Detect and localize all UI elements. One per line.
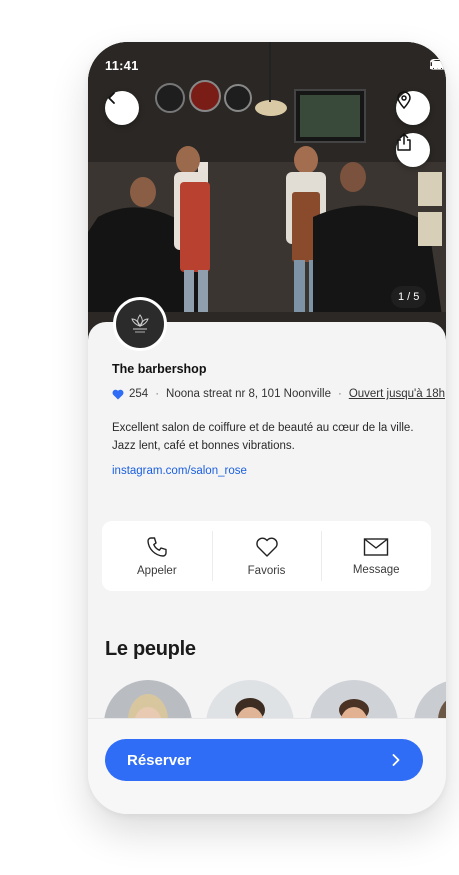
staff-avatar[interactable] xyxy=(414,680,446,720)
meta-separator: · xyxy=(337,388,342,400)
share-icon xyxy=(397,133,411,151)
likes-count: 254 xyxy=(129,388,149,400)
call-label: Appeler xyxy=(137,564,177,577)
status-bar: 11:41 xyxy=(88,42,446,88)
back-button[interactable] xyxy=(105,91,139,125)
staff-photo xyxy=(104,680,192,720)
phone-icon xyxy=(147,536,167,557)
phone-frame: 11:41 1 / 5 The barbershop 254 · Noona s… xyxy=(88,42,446,814)
business-address: Noona streat nr 8, 101 Noonville xyxy=(166,388,331,400)
message-label: Message xyxy=(352,563,400,576)
staff-avatar[interactable] xyxy=(206,680,294,720)
staff-avatar[interactable] xyxy=(104,680,192,720)
favorite-label: Favoris xyxy=(247,564,286,577)
location-button[interactable] xyxy=(396,91,430,125)
status-time: 11:41 xyxy=(105,58,139,73)
business-logo xyxy=(113,297,167,351)
business-name: The barbershop xyxy=(112,362,207,376)
mail-icon xyxy=(363,537,389,556)
photo-counter: 1 / 5 xyxy=(391,286,427,308)
heart-outline-icon xyxy=(255,537,278,557)
map-pin-icon xyxy=(397,91,411,109)
staff-photo xyxy=(414,680,446,720)
heart-filled-icon xyxy=(112,389,124,399)
favorite-button[interactable]: Favoris xyxy=(211,521,322,591)
lotus-logo-icon xyxy=(131,314,149,333)
people-section-title: Le peuple xyxy=(105,638,196,660)
call-button[interactable]: Appeler xyxy=(102,521,212,591)
business-meta: 254 · Noona streat nr 8, 101 Noonville ·… xyxy=(112,388,445,400)
bottom-bar: Réserver xyxy=(88,718,446,814)
business-description: Excellent salon de coiffure et de beauté… xyxy=(112,422,414,452)
instagram-link[interactable]: instagram.com/salon_rose xyxy=(112,465,247,477)
message-button[interactable]: Message xyxy=(321,521,431,591)
meta-separator: · xyxy=(155,388,160,400)
staff-photo xyxy=(310,680,398,720)
action-bar: Appeler Favoris Message xyxy=(102,521,431,591)
people-carousel xyxy=(88,680,446,720)
opening-hours-link[interactable]: Ouvert jusqu'à 18h xyxy=(349,388,445,400)
staff-photo xyxy=(206,680,294,720)
staff-avatar[interactable] xyxy=(310,680,398,720)
reserve-label: Réserver xyxy=(127,751,192,769)
reserve-button[interactable]: Réserver xyxy=(105,739,423,781)
chevron-left-icon xyxy=(108,92,115,104)
share-button[interactable] xyxy=(396,133,430,167)
chevron-right-icon xyxy=(392,754,400,766)
battery-icon xyxy=(430,59,446,70)
